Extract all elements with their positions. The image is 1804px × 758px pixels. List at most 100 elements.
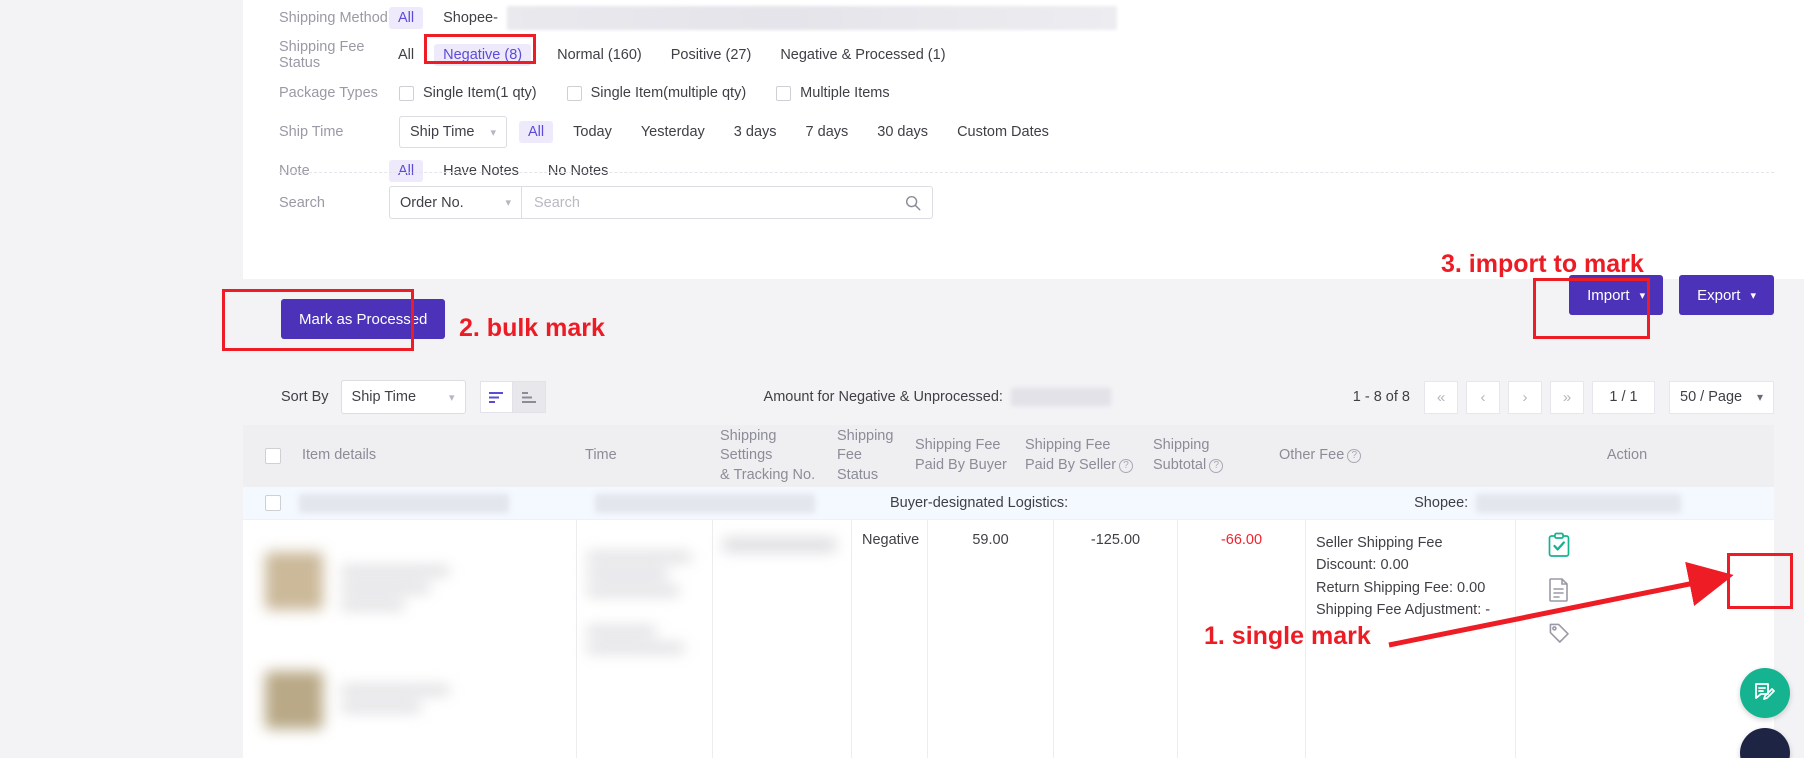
sort-by-label: Sort By [281,389,329,405]
filter-options-ship-time: Ship Time ▾ All Today Yesterday 3 days 7… [399,116,1069,148]
chevron-down-icon: ▾ [1750,289,1756,302]
pagination-next-button[interactable]: › [1508,380,1542,414]
filter-row-shipping-fee-status: Shipping Fee Status All Negative (8) Nor… [243,36,1804,74]
chip-ship-time-yesterday[interactable]: Yesterday [632,121,714,143]
chip-ship-time-7days[interactable]: 7 days [797,121,858,143]
chip-note-no-notes[interactable]: No Notes [539,160,617,182]
feedback-fab-button[interactable] [1740,668,1790,718]
pagination-page-size-select[interactable]: 50 / Page ▾ [1669,380,1774,414]
sort-ascending-button[interactable] [512,381,546,413]
chip-note-have-notes[interactable]: Have Notes [434,160,528,182]
select-all-checkbox[interactable] [265,448,281,464]
row-select-checkbox[interactable] [265,495,281,511]
col-fee-status-line1: Shipping [837,427,894,444]
col-fee-status-line2: Fee Status [837,447,879,483]
sort-ascending-icon [521,392,536,403]
checkbox-single-item-1qty[interactable]: Single Item(1 qty) [399,85,537,101]
import-button-label: Import [1587,286,1630,304]
chip-ship-time-custom-dates[interactable]: Custom Dates [948,121,1058,143]
pagination-first-button[interactable]: « [1424,380,1458,414]
chip-ship-time-30days[interactable]: 30 days [868,121,937,143]
filter-divider [279,172,1774,173]
search-input[interactable] [532,193,904,212]
amount-label: Amount for Negative & Unprocessed: [763,389,1003,405]
col-time: Time [585,447,617,464]
chip-ship-time-3days[interactable]: 3 days [725,121,786,143]
other-fee-line: Return Shipping Fee: 0.00 [1316,579,1486,596]
filter-label-shipping-fee-status: Shipping Fee Status [279,39,365,71]
col-shipping-fee-paid-by-buyer: Shipping Fee Paid By Buyer [907,436,1017,475]
checkbox-label: Multiple Items [800,85,890,101]
sort-bar: Sort By Ship Time ▾ Amount for Negative … [243,369,1804,425]
col-paid-seller-line2: Paid By Seller? [1025,456,1137,476]
select-all-checkbox-cell [265,448,287,464]
chip-fee-status-negative[interactable]: Negative (8) [434,44,532,66]
checkbox-box-icon[interactable] [399,85,414,101]
search-field-select-value: Order No. [400,194,464,211]
pagination-prev-button[interactable]: ‹ [1466,380,1500,414]
import-button[interactable]: Import ▾ [1569,275,1664,315]
search-field-select[interactable]: Order No. ▾ [389,186,521,219]
col-paid-buyer-line2: Paid By Buyer [915,457,1007,473]
checkbox-box-icon[interactable] [776,85,792,101]
left-gutter [0,0,243,758]
redacted-shipping-methods [506,6,1117,30]
checkbox-box-icon[interactable] [566,85,582,101]
pagination-last-button[interactable]: » [1550,380,1584,414]
cell-shipping-fee-paid-by-seller: -125.00 [1054,520,1178,758]
tag-icon[interactable] [1544,618,1574,648]
chip-fee-status-normal[interactable]: Normal (160) [548,44,651,66]
filter-label-search: Search [279,194,325,211]
sort-descending-button[interactable] [479,381,513,413]
search-input-wrap[interactable] [521,186,933,219]
col-subtotal-text: Subtotal [1153,457,1207,473]
document-lines-icon [1549,577,1568,602]
col-paid-seller-text: Paid By Seller [1025,457,1117,473]
other-fee-line: Discount: 0.00 [1316,557,1409,574]
chip-fee-status-positive[interactable]: Positive (27) [662,44,761,66]
col-shipping-fee-paid-by-seller: Shipping Fee Paid By Seller? [1017,436,1145,475]
chip-shipping-method-all[interactable]: All [389,7,424,29]
help-icon[interactable]: ? [1347,448,1362,463]
other-fee-line: - [1316,624,1321,641]
mark-processed-icon[interactable] [1544,530,1574,560]
import-export-group: Import ▾ Export ▾ [1569,275,1774,315]
search-icon[interactable] [904,194,922,212]
chip-shipping-method-shopee[interactable]: Shopee- [434,7,507,29]
help-icon[interactable]: ? [1119,458,1134,473]
order-summary-bar: Buyer-designated Logistics: Shopee: [243,487,1774,520]
sort-direction-toggle [479,381,546,413]
col-paid-buyer-line1: Shipping Fee [915,437,1001,454]
col-paid-seller-line1: Shipping Fee [1025,437,1111,454]
shop-name-redacted [1476,493,1682,513]
sort-by-select[interactable]: Ship Time ▾ [340,380,466,414]
ship-time-select[interactable]: Ship Time ▾ [399,116,507,148]
cell-shipping-fee-status: Negative [852,520,928,758]
chip-ship-time-today[interactable]: Today [564,121,621,143]
checkbox-multiple-items[interactable]: Multiple Items [776,85,890,101]
note-icon[interactable] [1544,574,1574,604]
orders-table: Item details Time Shipping Settings & Tr… [243,425,1774,758]
export-button[interactable]: Export ▾ [1679,275,1774,315]
tracking-redacted [723,532,841,552]
mark-as-processed-button[interactable]: Mark as Processed [281,299,446,339]
filter-panel: Shipping Method All Shopee- Shipping Fee… [243,0,1804,279]
help-icon[interactable]: ? [1209,458,1224,473]
col-item-details: Item details [302,447,377,464]
col-other-fee: Other Fee? [1255,446,1480,466]
other-fee-line: Shipping Fee Adjustment: - [1316,602,1491,619]
chip-fee-status-all[interactable]: All [389,44,423,66]
filter-options-package-types: Single Item(1 qty) Single Item(multiple … [399,85,920,101]
chip-note-all[interactable]: All [389,160,424,182]
pagination-page-size-value: 50 / Page [1680,389,1743,405]
label-tag-icon [1549,623,1569,643]
amount-negative-unprocessed: Amount for Negative & Unprocessed: [764,388,1111,406]
checkbox-single-item-multiple-qty[interactable]: Single Item(multiple qty) [566,85,746,101]
mark-as-processed-wrap: Mark as Processed [281,299,446,339]
filter-label-note: Note [279,163,310,179]
page-root: Shipping Method All Shopee- Shipping Fee… [0,0,1804,758]
col-subtotal-line2: Subtotal? [1153,456,1247,476]
chip-fee-status-negative-processed[interactable]: Negative & Processed (1) [771,44,954,66]
chip-ship-time-all[interactable]: All [519,121,554,143]
col-subtotal-line1: Shipping [1153,437,1210,454]
